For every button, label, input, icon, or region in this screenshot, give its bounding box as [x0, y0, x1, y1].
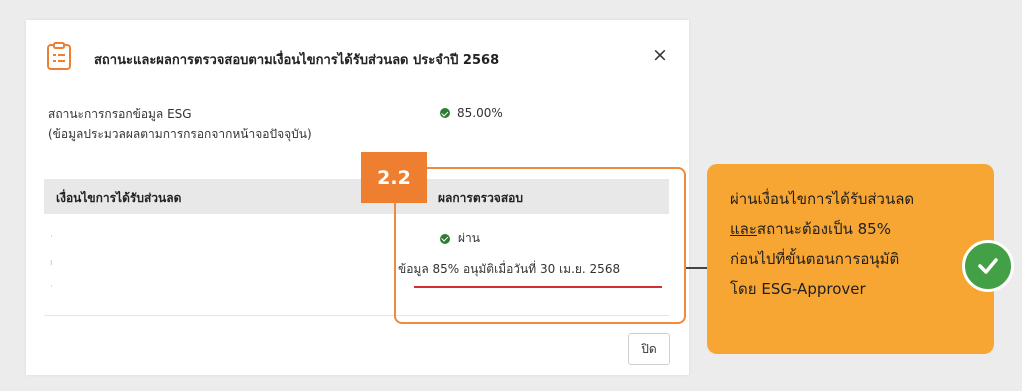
step-badge: 2.2	[361, 152, 427, 203]
esg-status-label: สถานะการกรอกข้อมูล ESG (ข้อมูลประมวลผลตา…	[48, 104, 312, 144]
check-icon	[962, 240, 1014, 292]
callout-underlined-word: และ	[730, 220, 757, 238]
callout-text: ผ่านเงื่อนไขการได้รับส่วนลด และสถานะต้อง…	[730, 184, 914, 304]
dialog-title: สถานะและผลการตรวจสอบตามเงื่อนไขการได้รับ…	[94, 53, 500, 68]
row-marker: ·	[50, 282, 53, 292]
close-icon[interactable]: ×	[652, 44, 668, 66]
callout-line-2-rest: สถานะต้องเป็น 85%	[756, 220, 891, 238]
connector-line	[686, 267, 708, 269]
callout-box: ผ่านเงื่อนไขการได้รับส่วนลด และสถานะต้อง…	[707, 164, 994, 354]
esg-status-label-line1: สถานะการกรอกข้อมูล ESG	[48, 107, 192, 121]
row-marker: ı	[50, 258, 53, 268]
esg-status-label-line2: (ข้อมูลประมวลผลตามการกรอกจากหน้าจอปัจจุบ…	[48, 127, 312, 141]
callout-line-3: ก่อนไปที่ขั้นตอนการอนุมัติ	[730, 250, 900, 268]
column-header-condition: เงื่อนไขการได้รับส่วนลด	[56, 191, 182, 205]
row-marker: ·	[50, 232, 53, 242]
callout-line-4: โดย ESG-Approver	[730, 280, 866, 298]
esg-status-value: 85.00%	[440, 106, 503, 120]
callout-line-2: และสถานะต้องเป็น 85%	[730, 214, 914, 244]
highlight-frame	[394, 167, 686, 324]
check-circle-icon	[440, 108, 450, 118]
callout-line-1: ผ่านเงื่อนไขการได้รับส่วนลด	[730, 190, 915, 208]
close-button[interactable]: ปิด	[628, 333, 670, 365]
esg-status-percent: 85.00%	[457, 106, 503, 120]
clipboard-icon	[47, 42, 71, 70]
check-mark	[978, 258, 998, 274]
